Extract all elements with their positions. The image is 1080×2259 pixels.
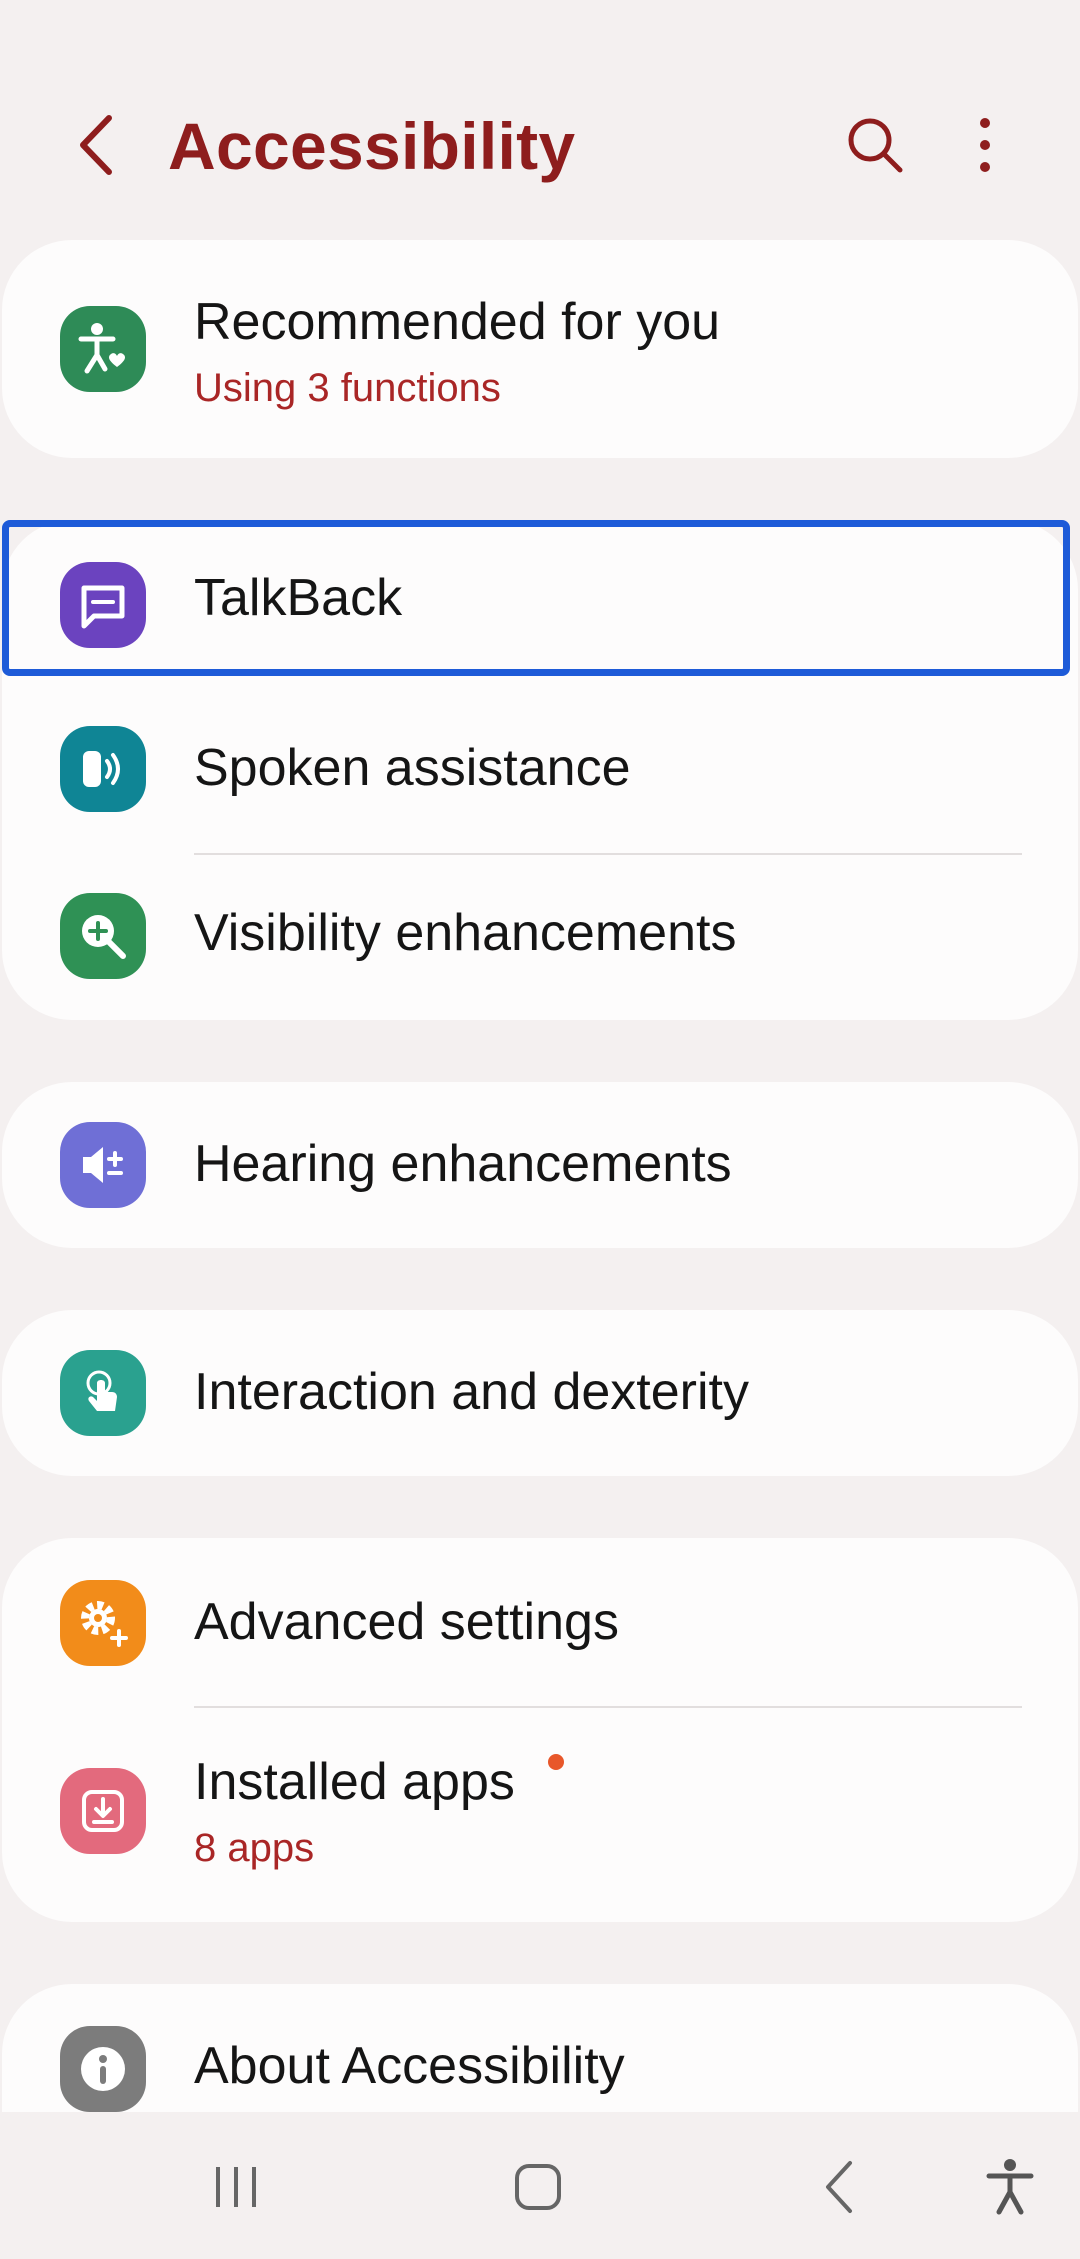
hearing-card: Hearing enhancements [2, 1082, 1078, 1248]
home-icon [515, 2164, 561, 2210]
recommended-card: Recommended for you Using 3 functions [2, 240, 1078, 458]
about-accessibility-label: About Accessibility [194, 2037, 625, 2095]
search-icon [848, 118, 903, 173]
hearing-enhancements-item[interactable]: Hearing enhancements [2, 1082, 1078, 1248]
new-badge-dot [548, 1754, 564, 1770]
accessibility-person-icon [986, 2159, 1034, 2215]
search-button[interactable] [840, 110, 910, 180]
installed-apps-subtitle: 8 apps [194, 1826, 315, 1870]
recents-button[interactable] [196, 2152, 276, 2222]
info-icon [60, 2026, 146, 2112]
volume-plus-icon [60, 1122, 146, 1208]
back-icon [826, 2161, 852, 2213]
visibility-enhancements-label: Visibility enhancements [194, 904, 737, 962]
download-tray-icon [60, 1768, 146, 1854]
home-button[interactable] [498, 2152, 578, 2222]
magnifier-plus-icon [60, 893, 146, 979]
interaction-card: Interaction and dexterity [2, 1310, 1078, 1476]
chat-bubble-icon [60, 562, 146, 648]
touch-hand-icon [60, 1350, 146, 1436]
talkback-label: TalkBack [194, 569, 403, 627]
talkback-item[interactable]: TalkBack [2, 520, 1078, 676]
vision-card: TalkBack Spoken assistance Visibility en… [2, 520, 1078, 1020]
system-navigation-bar [0, 2112, 1080, 2259]
installed-apps-item[interactable]: Installed apps 8 apps [2, 1708, 1078, 1922]
app-bar: Accessibility [0, 0, 1080, 240]
speaker-sound-icon [60, 726, 146, 812]
recommended-label: Recommended for you [194, 293, 721, 351]
recents-icon [216, 2167, 256, 2207]
accessibility-button[interactable] [970, 2152, 1050, 2222]
advanced-settings-label: Advanced settings [194, 1593, 619, 1651]
advanced-card: Advanced settings Installed apps 8 apps [2, 1538, 1078, 1922]
spoken-assistance-label: Spoken assistance [194, 739, 631, 797]
page-title: Accessibility [168, 109, 576, 183]
back-button[interactable] [60, 105, 130, 185]
more-vertical-icon [980, 118, 990, 172]
spoken-assistance-item[interactable]: Spoken assistance [2, 686, 1078, 852]
more-options-button[interactable] [950, 110, 1020, 180]
recommended-for-you-item[interactable]: Recommended for you Using 3 functions [2, 240, 1078, 458]
visibility-enhancements-item[interactable]: Visibility enhancements [2, 855, 1078, 1020]
installed-apps-label: Installed apps [194, 1753, 515, 1811]
interaction-dexterity-label: Interaction and dexterity [194, 1363, 749, 1421]
back-nav-button[interactable] [800, 2152, 880, 2222]
gear-plus-icon [60, 1580, 146, 1666]
interaction-dexterity-item[interactable]: Interaction and dexterity [2, 1310, 1078, 1476]
accessibility-heart-icon [60, 306, 146, 392]
recommended-subtitle: Using 3 functions [194, 366, 501, 410]
chevron-left-icon [80, 115, 112, 175]
hearing-enhancements-label: Hearing enhancements [194, 1135, 732, 1193]
advanced-settings-item[interactable]: Advanced settings [2, 1538, 1078, 1706]
